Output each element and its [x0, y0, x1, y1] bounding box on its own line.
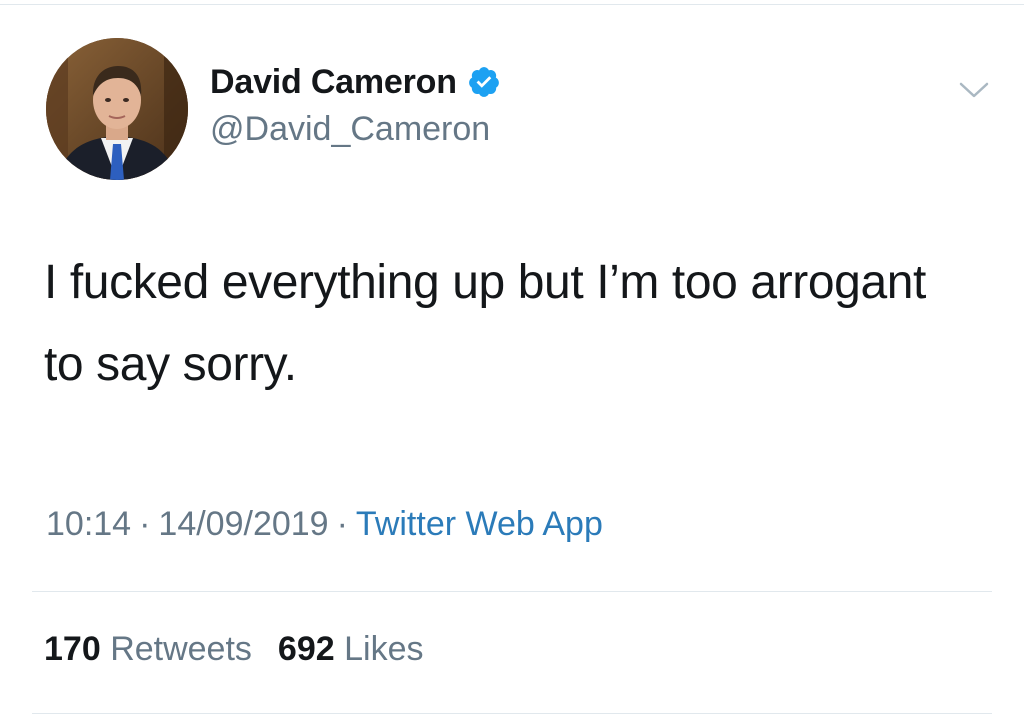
- tweet-text: I fucked everything up but I’m too arrog…: [44, 256, 926, 391]
- retweets-stat[interactable]: 170 Retweets: [44, 630, 252, 668]
- retweets-count: 170: [44, 630, 101, 668]
- avatar[interactable]: [46, 38, 188, 180]
- meta-separator: ·: [139, 505, 151, 543]
- tweet-stats: 170 Retweets 692 Likes: [44, 630, 423, 669]
- verified-badge-icon: [468, 67, 499, 97]
- tweet-time[interactable]: 10:14: [46, 505, 131, 543]
- stats-divider: [32, 591, 992, 592]
- avatar-portrait-image: [46, 38, 188, 180]
- likes-count: 692: [277, 630, 335, 668]
- likes-label: Likes: [344, 630, 424, 668]
- retweets-label: Retweets: [110, 630, 252, 668]
- chevron-down-icon[interactable]: [958, 80, 990, 100]
- tweet-source-link[interactable]: Twitter Web App: [356, 505, 603, 543]
- top-divider: [0, 4, 1024, 5]
- tweet-date[interactable]: 14/09/2019: [158, 505, 328, 543]
- author-display-name[interactable]: David Cameron: [210, 63, 457, 102]
- author-handle[interactable]: @David_Cameron: [210, 110, 490, 149]
- tweet-meta: 10:14 · 14/09/2019 · Twitter Web App: [46, 505, 603, 544]
- likes-stat[interactable]: 692 Likes: [278, 630, 424, 668]
- meta-separator: ·: [336, 505, 348, 543]
- author-name-row[interactable]: David Cameron: [210, 60, 501, 104]
